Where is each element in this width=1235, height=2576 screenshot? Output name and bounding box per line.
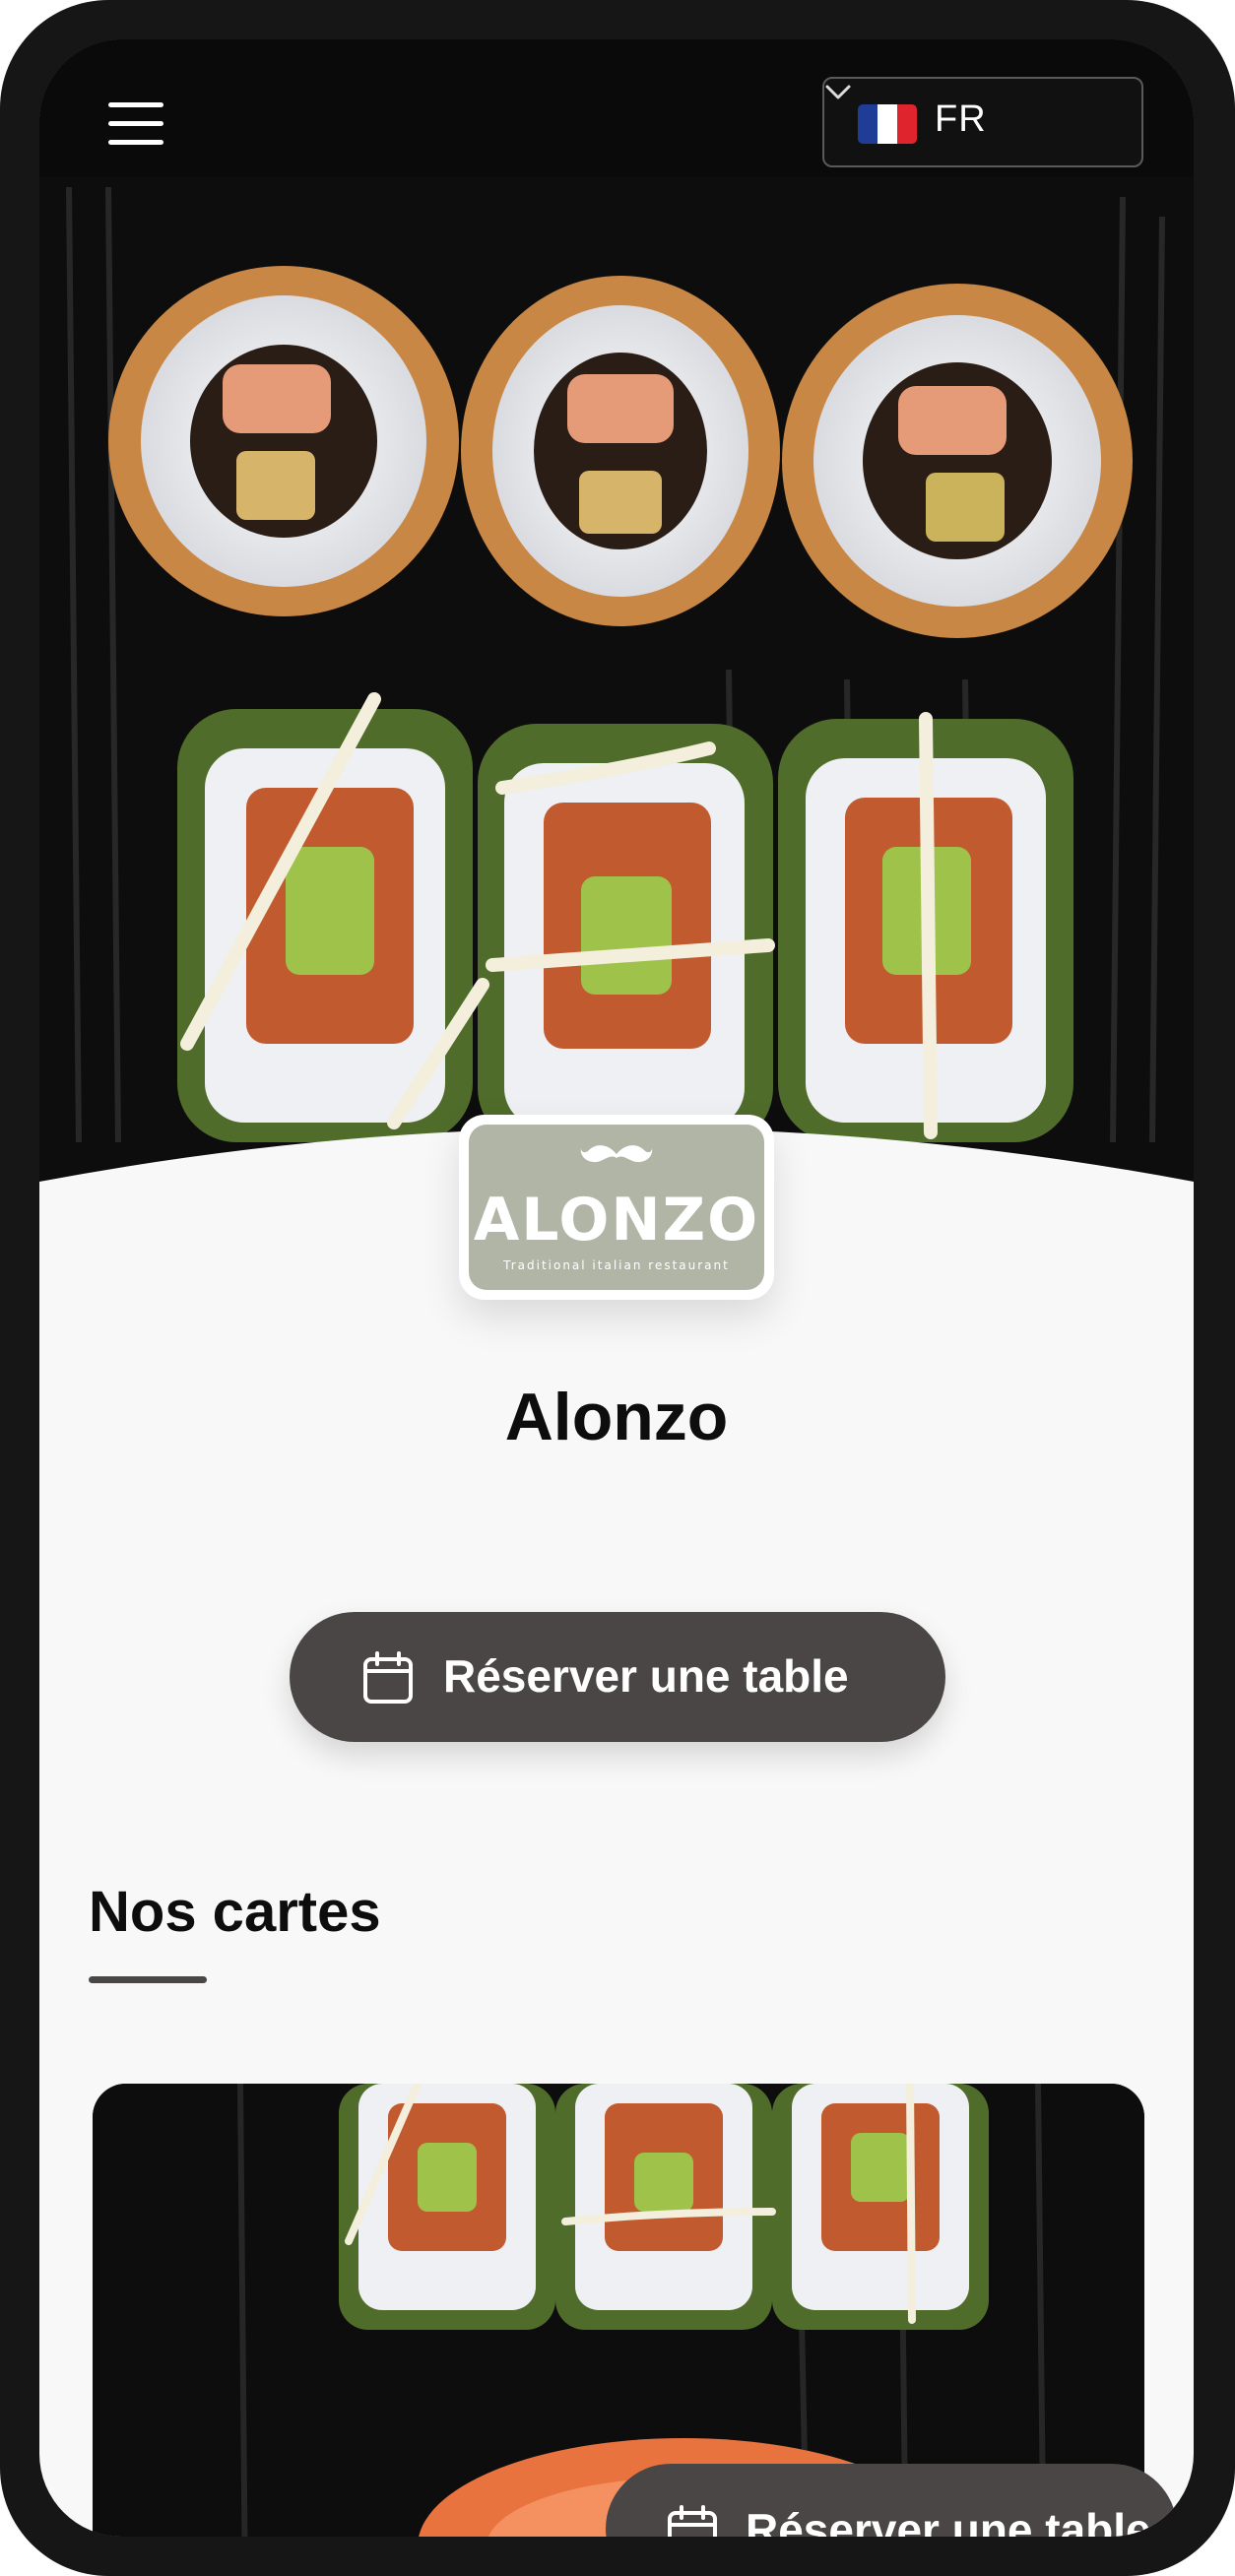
logo-tagline: Traditional italian restaurant	[503, 1258, 730, 1272]
logo-wordmark: ALONZO	[473, 1186, 760, 1255]
language-selector[interactable]: FR	[822, 77, 1143, 167]
logo-background: ALONZO Traditional italian restaurant	[469, 1125, 764, 1290]
reserve-table-label: Réserver une table	[443, 1650, 849, 1702]
section-title-underline	[89, 1976, 207, 1983]
hamburger-menu-icon[interactable]	[108, 102, 163, 146]
calendar-icon	[363, 1651, 413, 1704]
restaurant-name: Alonzo	[504, 1380, 729, 1454]
calendar-icon	[668, 2505, 717, 2537]
language-code: FR	[935, 98, 987, 140]
floating-reserve-label: Réserver une table	[746, 2504, 1151, 2537]
floating-reserve-button[interactable]: Réserver une table	[606, 2464, 1177, 2537]
phone-frame: FR ALONZO Traditional italian restaurant…	[0, 0, 1235, 2576]
chevron-down-icon	[825, 85, 851, 99]
sushi-hero-illustration	[39, 39, 1194, 1182]
menus-section-title: Nos cartes	[89, 1880, 381, 1944]
app-screen: FR ALONZO Traditional italian restaurant…	[39, 39, 1194, 2537]
mustache-icon	[580, 1145, 653, 1163]
reserve-table-button[interactable]: Réserver une table	[290, 1612, 945, 1742]
france-flag-icon	[858, 104, 917, 144]
hero-image: FR	[39, 39, 1194, 1182]
restaurant-logo: ALONZO Traditional italian restaurant	[459, 1115, 774, 1300]
